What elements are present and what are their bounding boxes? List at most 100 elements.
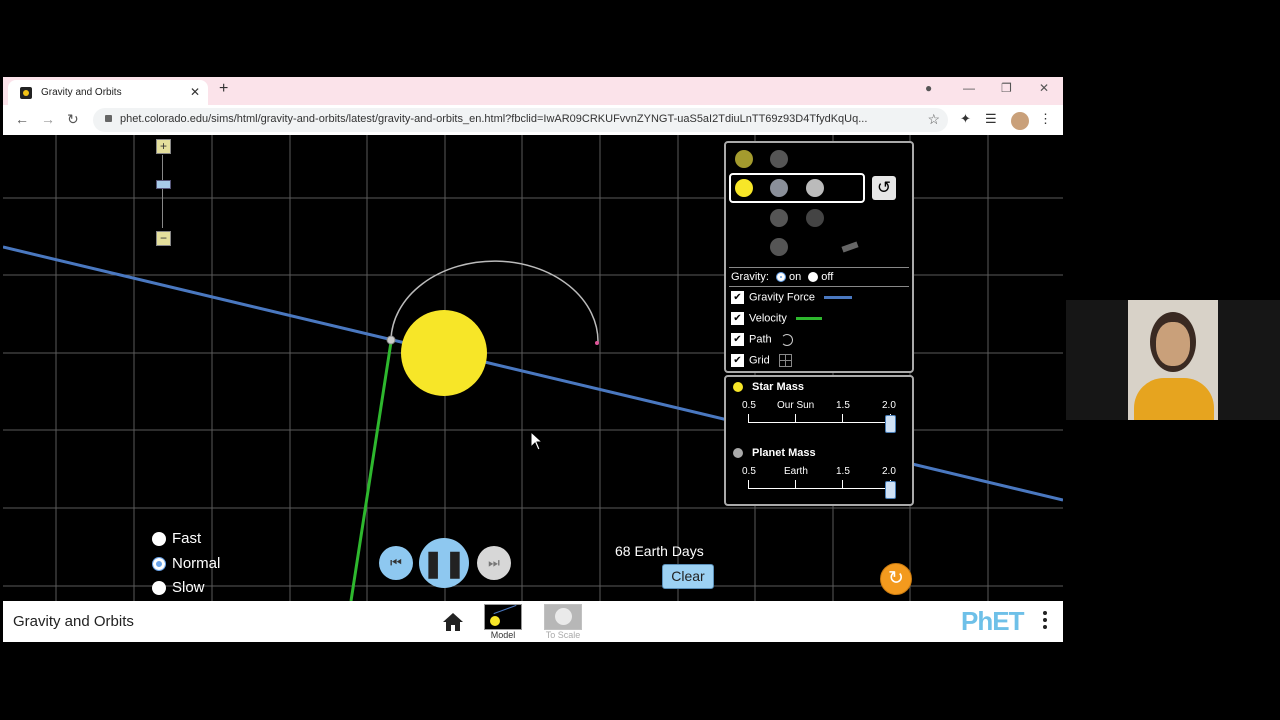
speed-fast-radio[interactable]: [152, 532, 166, 547]
scene-earth-icon: [770, 179, 788, 197]
planet-tick-label: 1.5: [836, 466, 850, 477]
speed-normal-label[interactable]: Normal: [172, 555, 220, 572]
phet-navbar: Gravity and Orbits Model To Scale PhET: [3, 601, 1063, 642]
speed-slow-option[interactable]: Slow: [152, 579, 205, 596]
star-mass-track[interactable]: [748, 422, 890, 423]
scene-planet-icon[interactable]: [770, 150, 788, 168]
grid-checkbox[interactable]: ✔ Grid: [731, 354, 792, 367]
velocity-arrow-icon: [795, 317, 822, 320]
panel-divider: [729, 267, 909, 268]
zoom-out-button[interactable]: −: [156, 231, 171, 246]
sim-play-area[interactable]: + − ↺ Gravity: on off ✔ Gravity Force ✔ …: [3, 135, 1063, 601]
panel-divider: [729, 286, 909, 287]
zoom-track: [162, 155, 163, 228]
scene-moon2-icon[interactable]: [806, 209, 824, 227]
speed-slow-radio[interactable]: [152, 581, 166, 596]
tab-search-icon[interactable]: ●: [925, 81, 932, 95]
to-scale-screen-icon: [544, 604, 582, 630]
sim-title: Gravity and Orbits: [13, 613, 134, 630]
bookmark-star-icon[interactable]: ☆: [927, 111, 940, 128]
address-bar[interactable]: phet.colorado.edu/sims/html/gravity-and-…: [93, 108, 948, 132]
restore-icon[interactable]: ❐: [1001, 81, 1012, 95]
browser-tab[interactable]: Gravity and Orbits ✕: [8, 80, 208, 105]
gravity-label: Gravity:: [731, 271, 769, 283]
star-tick: [795, 414, 796, 422]
star-tick-label: 0.5: [742, 400, 756, 411]
phet-menu-icon[interactable]: [1043, 609, 1049, 632]
extensions-icon[interactable]: ✦: [960, 111, 971, 127]
chrome-menu-icon[interactable]: ⋮: [1039, 111, 1052, 127]
gravity-on-radio[interactable]: [775, 272, 786, 283]
scene-earth-moon-icon[interactable]: [770, 209, 788, 227]
reset-scene-button[interactable]: ↺: [872, 176, 896, 200]
url-text[interactable]: phet.colorado.edu/sims/html/gravity-and-…: [120, 113, 910, 125]
phet-logo[interactable]: PhET: [961, 606, 1024, 637]
checkbox-checked-icon[interactable]: ✔: [731, 291, 744, 304]
time-readout: 68 Earth Days: [615, 543, 704, 559]
screen-model-label: Model: [490, 630, 516, 640]
clear-button[interactable]: Clear: [662, 564, 714, 589]
zoom-in-button[interactable]: +: [156, 139, 171, 154]
planet-tick: [748, 480, 749, 488]
speed-fast-option[interactable]: Fast: [152, 530, 201, 547]
speed-fast-label[interactable]: Fast: [172, 530, 201, 547]
gravity-force-checkbox[interactable]: ✔ Gravity Force: [731, 291, 853, 304]
profile-avatar[interactable]: [1011, 112, 1029, 130]
step-forward-button[interactable]: ⏭: [477, 546, 511, 580]
gravity-off-label[interactable]: off: [821, 271, 833, 283]
webcam-overlay: [1066, 300, 1280, 420]
star[interactable]: [401, 310, 487, 396]
browser-window: Gravity and Orbits ✕ + ● — ❐ ✕ ← → ↻ phe…: [3, 77, 1063, 642]
minimize-icon[interactable]: —: [963, 81, 975, 95]
home-icon[interactable]: [441, 611, 465, 633]
phet-favicon-icon: [20, 87, 32, 99]
scene-earth-satellite-icon[interactable]: [770, 238, 788, 256]
checkbox-checked-icon[interactable]: ✔: [731, 354, 744, 367]
planet-tick: [842, 480, 843, 488]
satellite-icon[interactable]: [841, 241, 859, 253]
star-mass-title: Star Mass: [752, 381, 804, 393]
grid-icon: [778, 354, 792, 367]
forward-icon[interactable]: →: [41, 111, 55, 127]
play-pause-button[interactable]: ❚❚: [419, 538, 469, 588]
planet-mass-title: Planet Mass: [752, 447, 816, 459]
path-icon: [780, 333, 793, 346]
star-mass-thumb[interactable]: [885, 415, 896, 433]
planet-mass-icon: [733, 448, 743, 458]
scene-star-planet-icon[interactable]: [735, 150, 753, 168]
toolbar: ← → ↻ phet.colorado.edu/sims/html/gravit…: [3, 105, 1063, 136]
close-window-icon[interactable]: ✕: [1039, 81, 1049, 95]
reload-icon[interactable]: ↻: [67, 111, 79, 128]
control-panel: ↺ Gravity: on off ✔ Gravity Force ✔ Veloci…: [724, 141, 914, 373]
star-tick-label: 2.0: [882, 400, 896, 411]
planet[interactable]: [386, 335, 396, 345]
reading-list-icon[interactable]: ☰: [985, 111, 997, 127]
gravity-off-radio[interactable]: [808, 272, 819, 283]
speed-normal-radio[interactable]: [152, 557, 166, 572]
screen-model-button[interactable]: Model: [484, 604, 522, 640]
path-checkbox[interactable]: ✔ Path: [731, 333, 793, 346]
mouse-cursor-icon: [530, 431, 544, 451]
reset-all-button[interactable]: ↻: [880, 563, 912, 595]
model-screen-icon: [484, 604, 522, 630]
planet-mass-thumb[interactable]: [885, 481, 896, 499]
rewind-button[interactable]: ⏮: [379, 546, 413, 580]
back-icon[interactable]: ←: [15, 111, 29, 127]
zoom-thumb[interactable]: [156, 180, 171, 189]
path-label: Path: [749, 333, 772, 346]
speed-slow-label[interactable]: Slow: [172, 579, 205, 596]
screen-to-scale-label: To Scale: [545, 630, 581, 640]
scene-star-icon: [735, 179, 753, 197]
screen-to-scale-button[interactable]: To Scale: [544, 604, 582, 640]
checkbox-checked-icon[interactable]: ✔: [731, 333, 744, 346]
velocity-checkbox[interactable]: ✔ Velocity: [731, 312, 822, 325]
new-tab-icon[interactable]: +: [219, 80, 228, 98]
speed-normal-option[interactable]: Normal: [152, 555, 220, 572]
checkbox-checked-icon[interactable]: ✔: [731, 312, 744, 325]
planet-mass-track[interactable]: [748, 488, 890, 489]
planet-tick-label: 2.0: [882, 466, 896, 477]
gravity-on-label[interactable]: on: [789, 271, 801, 283]
tab-close-icon[interactable]: ✕: [190, 85, 200, 99]
tab-title: Gravity and Orbits: [41, 87, 122, 98]
scene-selector: [729, 150, 865, 256]
